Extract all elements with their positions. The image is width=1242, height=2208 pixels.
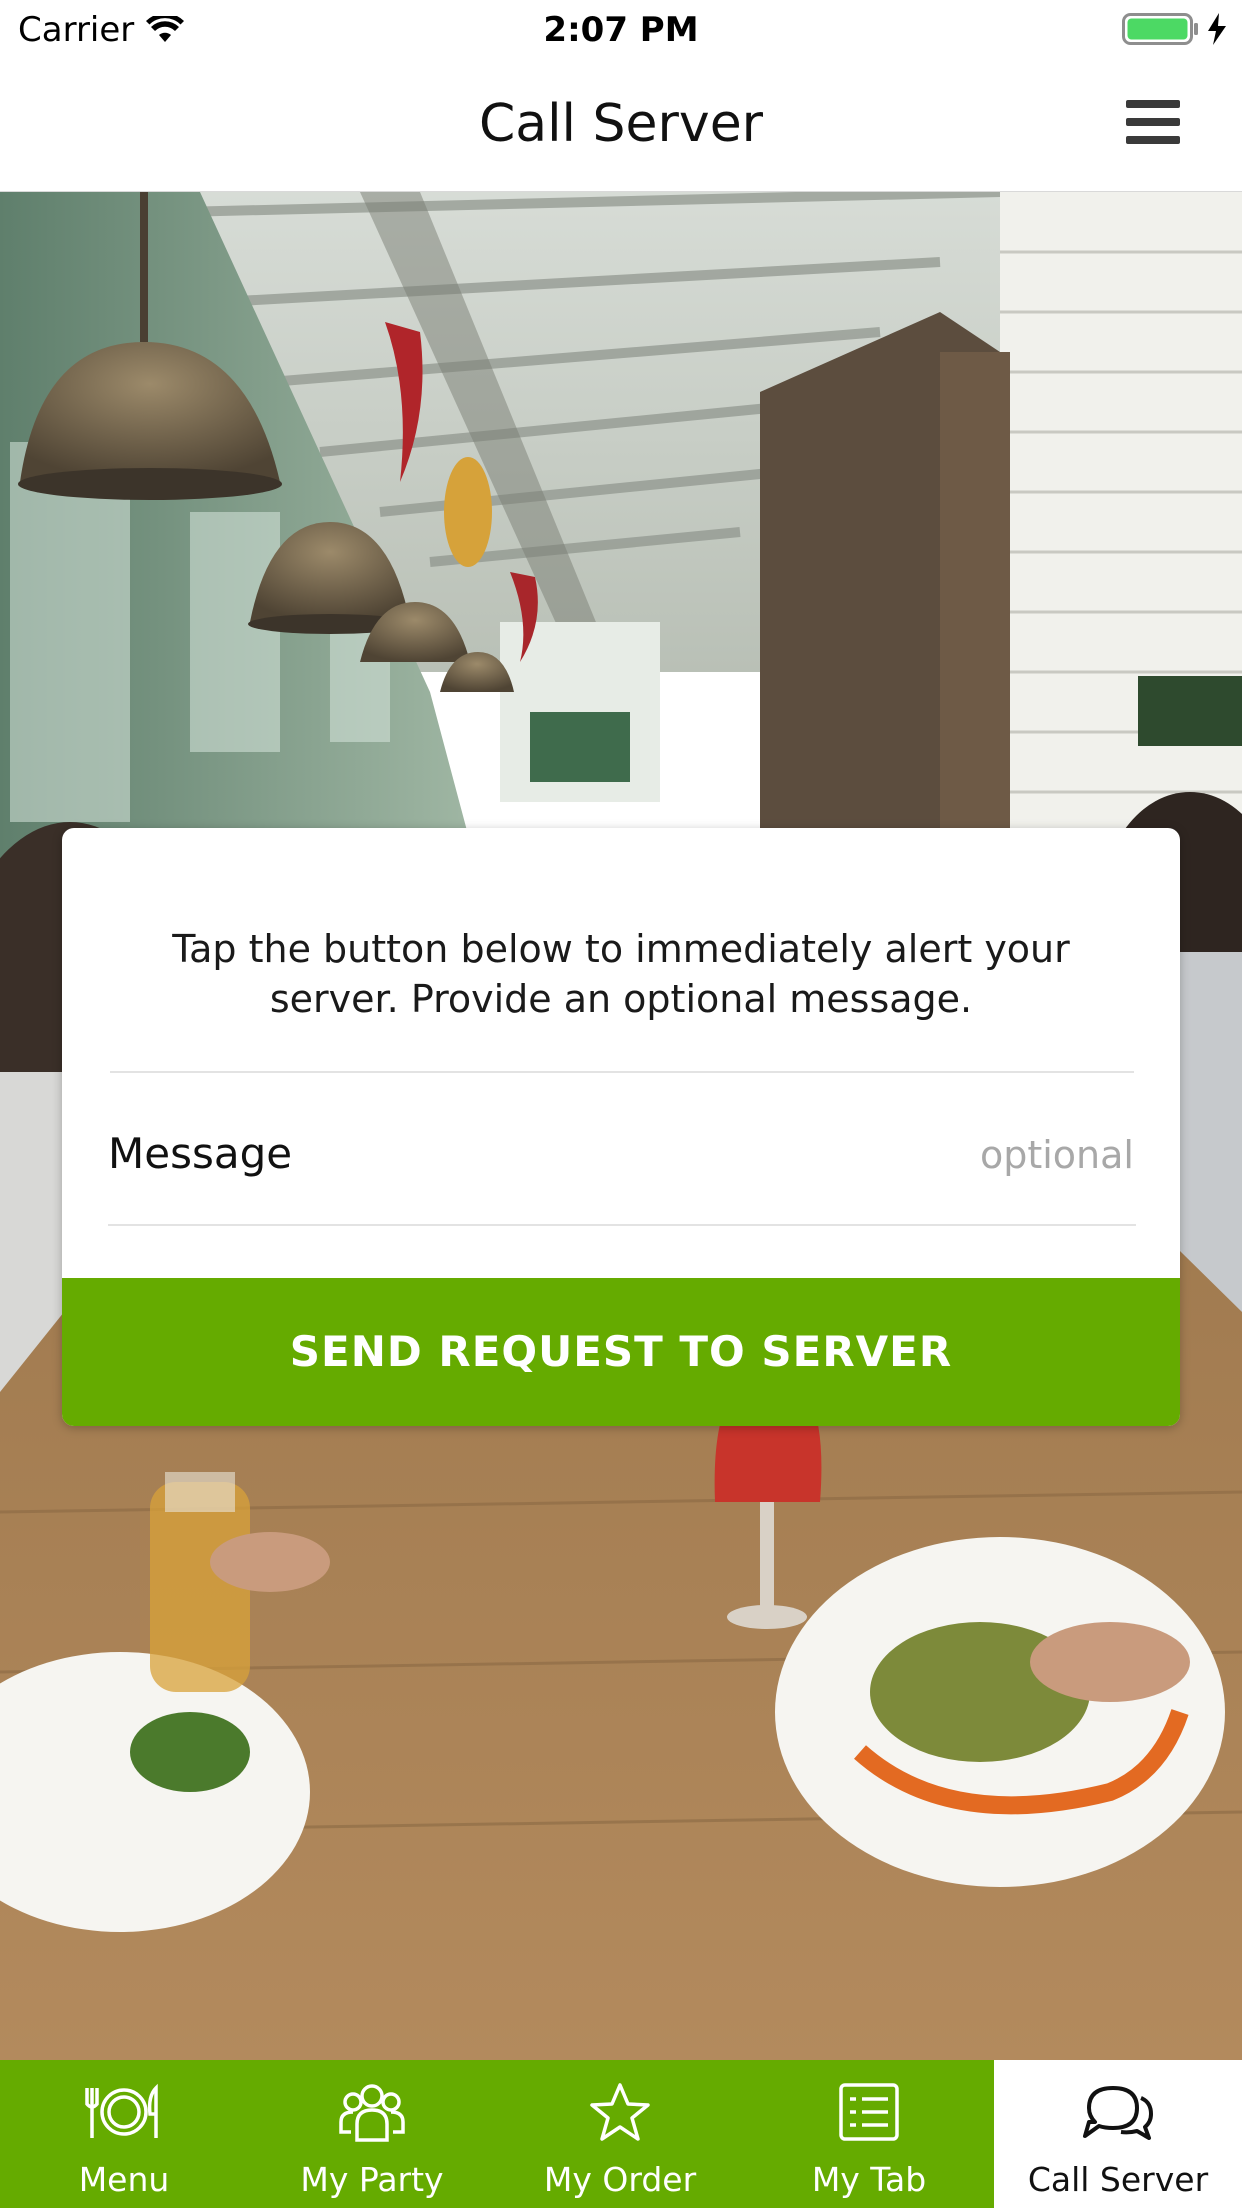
utensils-plate-icon — [0, 2082, 248, 2146]
tab-label: My Order — [543, 2160, 697, 2199]
receipt-list-icon — [744, 2082, 994, 2146]
battery-icon — [1122, 13, 1198, 45]
hamburger-line — [1126, 118, 1180, 126]
battery-indicator — [1122, 12, 1228, 46]
group-icon — [248, 2082, 496, 2146]
charging-bolt-icon — [1208, 13, 1226, 45]
message-input[interactable] — [534, 1127, 1134, 1183]
send-request-button[interactable]: SEND REQUEST TO SERVER — [62, 1278, 1180, 1426]
star-icon — [496, 2082, 744, 2146]
call-server-screen: Carrier 2:07 PM Call Server Tap the butt… — [0, 0, 1242, 2208]
tab-my-party[interactable]: My Party — [248, 2060, 496, 2208]
tab-my-tab[interactable]: My Tab — [744, 2060, 994, 2208]
tab-label: My Party — [300, 2160, 444, 2199]
instructions-text: Tap the button below to immediately aler… — [172, 927, 1070, 1021]
tab-my-order[interactable]: My Order — [496, 2060, 744, 2208]
tab-label: Call Server — [1027, 2160, 1209, 2199]
tab-menu[interactable]: Menu — [0, 2060, 248, 2208]
hamburger-menu-button[interactable] — [1126, 100, 1184, 150]
tab-label: Menu — [78, 2160, 170, 2199]
status-bar: Carrier 2:07 PM — [0, 0, 1242, 62]
call-server-card: Tap the button below to immediately aler… — [62, 828, 1180, 1426]
hamburger-line — [1126, 100, 1180, 108]
hamburger-line — [1126, 136, 1180, 144]
status-time: 2:07 PM — [543, 10, 699, 50]
message-label: Message — [108, 1129, 293, 1178]
tab-call-server[interactable]: Call Server — [994, 2060, 1242, 2208]
navigation-bar: Call Server — [0, 62, 1242, 192]
bottom-tab-bar: Menu My Party My Order My Tab Call Serve… — [0, 2060, 1242, 2208]
chat-bubbles-icon — [994, 2082, 1242, 2146]
message-field-row[interactable]: Message — [108, 1073, 1134, 1253]
tab-label: My Tab — [811, 2160, 927, 2199]
divider — [108, 1224, 1136, 1226]
page-title: Call Server — [478, 94, 764, 154]
